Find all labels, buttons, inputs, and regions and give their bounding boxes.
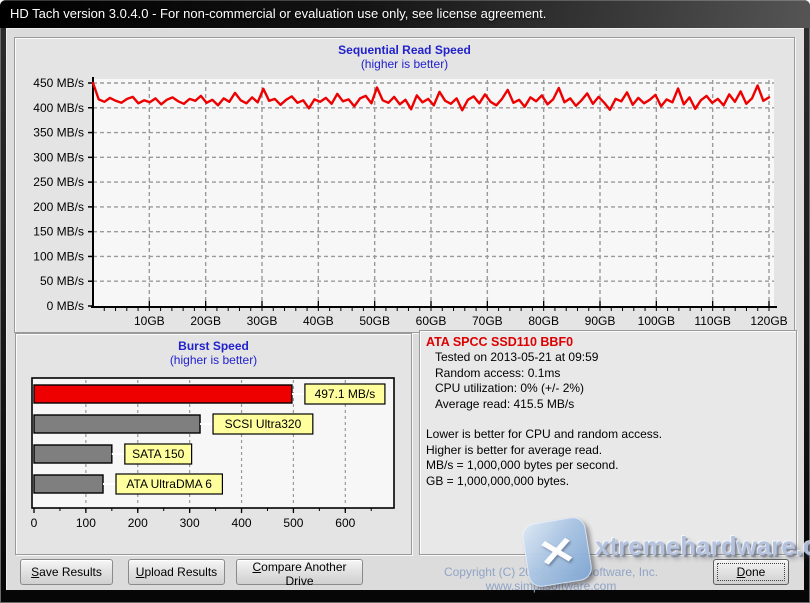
svg-text:SCSI Ultra320: SCSI Ultra320 xyxy=(225,417,302,431)
burst-speed-chart-svg: 497.1 MB/s SCSI Ultra320 SATA 150 ATA Ultra… xyxy=(31,377,395,530)
svg-text:30GB: 30GB xyxy=(247,314,278,326)
burst-chart-subtitle: (higher is better) xyxy=(169,353,258,367)
svg-text:200 MB/s: 200 MB/s xyxy=(33,200,84,214)
save-label: ave Results xyxy=(39,565,102,579)
svg-text:100GB: 100GB xyxy=(638,314,675,326)
upload-label: pload Results xyxy=(144,565,218,579)
tested-on-line: Tested on 2013-05-21 at 09:59 xyxy=(435,350,599,364)
svg-text:350 MB/s: 350 MB/s xyxy=(33,126,84,140)
sequential-read-chart-svg: 0 MB/s 50 MB/s 100 MB/s 150 MB/s 200 MB/s 250… xyxy=(33,76,787,328)
done-hotkey: D xyxy=(736,565,746,579)
compare-hotkey: C xyxy=(252,560,262,574)
client-area: Sequential Read Speed (higher is better)… xyxy=(6,28,810,593)
window-title: HD Tach version 3.0.4.0 - For non-commer… xyxy=(10,6,547,21)
compare-label: ompare Another Drive xyxy=(261,560,347,588)
sequential-read-panel: Sequential Read Speed (higher is better)… xyxy=(14,37,795,333)
svg-text:450 MB/s: 450 MB/s xyxy=(33,76,84,90)
svg-text:400 MB/s: 400 MB/s xyxy=(33,101,84,115)
burst-chart-title: Burst Speed xyxy=(178,339,249,353)
cpu-utilization-line: CPU utilization: 0% (+/- 2%) xyxy=(435,381,585,395)
svg-text:100 MB/s: 100 MB/s xyxy=(33,249,84,263)
svg-text:20GB: 20GB xyxy=(190,314,221,326)
svg-text:50GB: 50GB xyxy=(359,314,390,326)
svg-text:0 MB/s: 0 MB/s xyxy=(47,299,84,313)
svg-text:600: 600 xyxy=(335,516,355,530)
done-button[interactable]: Done xyxy=(713,559,789,585)
svg-text:497.1 MB/s: 497.1 MB/s xyxy=(315,387,376,401)
upload-results-button[interactable]: Upload Results xyxy=(128,559,225,585)
svg-text:250 MB/s: 250 MB/s xyxy=(33,175,84,189)
svg-text:ATA UltraDMA 6: ATA UltraDMA 6 xyxy=(126,477,212,491)
svg-text:110GB: 110GB xyxy=(694,314,730,326)
burst-speed-chart: 497.1 MB/s SCSI Ultra320 SATA 150 ATA Ultra… xyxy=(18,376,410,557)
svg-text:50 MB/s: 50 MB/s xyxy=(40,274,84,288)
note-line: MB/s = 1,000,000 bytes per second. xyxy=(426,458,619,472)
svg-text:90GB: 90GB xyxy=(585,314,616,326)
drive-info-panel: ATA SPCC SSD110 BBF0 Tested on 2013-05-2… xyxy=(419,330,797,555)
burst-speed-panel: Burst Speed (higher is better) 497.1 MB/… xyxy=(15,333,412,555)
svg-text:60GB: 60GB xyxy=(416,314,447,326)
svg-text:40GB: 40GB xyxy=(303,314,334,326)
svg-text:10GB: 10GB xyxy=(134,314,165,326)
drive-info-content: ATA SPCC SSD110 BBF0 Tested on 2013-05-2… xyxy=(420,331,796,492)
svg-text:SATA 150: SATA 150 xyxy=(132,447,185,461)
svg-text:0: 0 xyxy=(31,516,38,530)
note-line: Lower is better for CPU and random acces… xyxy=(426,427,663,441)
title-bar[interactable]: HD Tach version 3.0.4.0 - For non-commer… xyxy=(0,0,810,28)
sequential-read-chart: 0 MB/s 50 MB/s 100 MB/s 150 MB/s 200 MB/s 250… xyxy=(19,74,792,331)
save-results-button[interactable]: Save Results xyxy=(20,559,113,585)
svg-text:80GB: 80GB xyxy=(528,314,559,326)
compare-another-drive-button[interactable]: Compare Another Drive xyxy=(236,559,363,588)
sequential-chart-title: Sequential Read Speed xyxy=(338,43,471,57)
svg-text:300: 300 xyxy=(180,516,200,530)
note-line: GB = 1,000,000,000 bytes. xyxy=(426,473,570,488)
svg-text:120GB: 120GB xyxy=(750,314,787,326)
note-line: Higher is better for average read. xyxy=(426,442,603,457)
copyright-text: Copyright (C) 2004 Simpli Software, Inc.… xyxy=(443,565,659,593)
svg-text:500: 500 xyxy=(283,516,303,530)
random-access-line: Random access: 0.1ms xyxy=(435,365,561,380)
svg-text:300 MB/s: 300 MB/s xyxy=(33,150,84,164)
average-read-line: Average read: 415.5 MB/s xyxy=(435,396,575,411)
svg-text:70GB: 70GB xyxy=(472,314,503,326)
drive-name: ATA SPCC SSD110 BBF0 xyxy=(426,335,574,349)
save-hotkey: S xyxy=(31,565,40,579)
svg-text:400: 400 xyxy=(232,516,252,530)
sequential-chart-subtitle: (higher is better) xyxy=(360,57,449,71)
app-window: HD Tach version 3.0.4.0 - For non-commer… xyxy=(0,0,810,603)
done-label: one xyxy=(745,565,766,579)
svg-text:100: 100 xyxy=(76,516,96,530)
svg-text:200: 200 xyxy=(128,516,148,530)
svg-text:150 MB/s: 150 MB/s xyxy=(33,225,84,239)
